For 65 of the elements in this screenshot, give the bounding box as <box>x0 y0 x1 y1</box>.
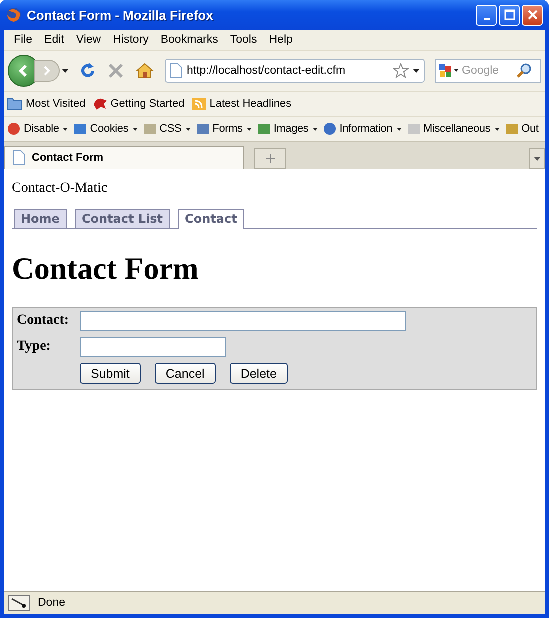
close-button[interactable] <box>522 4 543 26</box>
text-field[interactable] <box>80 337 226 357</box>
menu-item[interactable]: Bookmarks <box>154 34 224 46</box>
caret-icon <box>396 128 402 130</box>
toolbar-menu[interactable]: Out <box>504 122 539 136</box>
star-icon[interactable] <box>393 63 409 79</box>
page-heading: Contact Form <box>12 251 200 287</box>
nav-tab[interactable]: Contact <box>178 209 244 229</box>
bird-icon <box>92 97 108 111</box>
new-tab-button[interactable] <box>254 148 286 169</box>
field-label: Contact: <box>17 313 70 329</box>
text-field[interactable] <box>80 311 406 331</box>
menu-item[interactable]: View <box>70 34 108 46</box>
page-icon <box>170 63 183 79</box>
toolbar-menu[interactable]: Disable <box>7 122 68 136</box>
rss-icon <box>190 97 207 111</box>
toolbar-menu[interactable]: Cookies <box>73 122 138 136</box>
browser-tab[interactable]: Contact Form <box>4 146 244 169</box>
caret-icon <box>246 128 252 130</box>
window-title: Contact Form - Mozilla Firefox <box>27 8 214 22</box>
menu-item[interactable]: History <box>107 34 155 46</box>
search-engine-icon[interactable] <box>438 63 460 79</box>
caret-icon <box>534 156 540 160</box>
search-icon[interactable] <box>516 63 532 79</box>
caret-icon <box>494 128 500 130</box>
form-button[interactable]: Submit <box>80 363 141 384</box>
dropdown-icon[interactable] <box>62 69 69 73</box>
toolbar-menu[interactable]: Information <box>322 122 402 136</box>
bookmark-item[interactable]: Latest Headlines <box>190 97 292 111</box>
status-icon <box>8 595 30 611</box>
form-button[interactable]: Delete <box>230 363 288 384</box>
nav-tab[interactable]: Contact List <box>74 209 170 228</box>
toolbar-menu[interactable]: CSS <box>142 122 191 136</box>
bookmark-item[interactable]: Most Visited <box>7 97 86 111</box>
dropdown-icon[interactable] <box>413 69 420 73</box>
menu-item[interactable]: Edit <box>38 34 70 46</box>
caret-icon <box>63 128 68 130</box>
address-field[interactable]: http://localhost/contact-edit.cfm <box>165 59 425 83</box>
firefox-icon <box>6 7 22 23</box>
minimize-icon <box>484 18 490 20</box>
site-name: Contact-O-Matic <box>12 181 109 197</box>
status-text: Done <box>38 597 66 609</box>
home-icon[interactable] <box>135 62 155 80</box>
close-icon <box>526 9 538 21</box>
tab-list-button[interactable] <box>529 148 545 169</box>
bookmark-item[interactable]: Getting Started <box>92 97 185 111</box>
caret-icon <box>132 128 138 130</box>
maximize-icon <box>504 9 516 21</box>
toolbar-menu[interactable]: Miscellaneous <box>406 122 500 136</box>
menu-item[interactable]: File <box>8 34 39 46</box>
maximize-button[interactable] <box>499 4 520 26</box>
caret-icon <box>312 128 318 130</box>
plus-icon <box>266 154 274 163</box>
menu-item[interactable]: Tools <box>224 34 264 46</box>
menu-item[interactable]: Help <box>263 34 299 46</box>
reload-icon[interactable] <box>79 62 97 80</box>
field-label: Type: <box>17 339 52 355</box>
folder-icon <box>7 97 23 111</box>
toolbar-menu[interactable]: Images <box>256 122 318 136</box>
minimize-button[interactable] <box>476 4 497 26</box>
caret-icon <box>186 128 191 130</box>
form-button[interactable]: Cancel <box>154 363 216 384</box>
toolbar-menu[interactable]: Forms <box>196 122 252 136</box>
nav-tab[interactable]: Home <box>14 209 67 228</box>
page-icon <box>13 150 26 166</box>
